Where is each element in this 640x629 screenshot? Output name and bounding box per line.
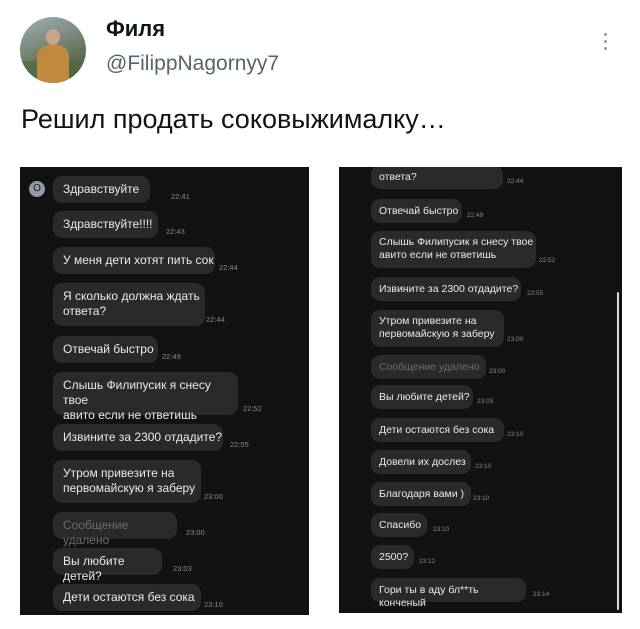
author-avatar[interactable] (20, 17, 86, 83)
message-bubble: Отвечай быстро 22:49 (53, 336, 181, 363)
message-time: 23:03 (477, 398, 494, 405)
message-text: 2500? (379, 551, 409, 563)
message-text: Вы любите детей? (63, 554, 125, 583)
message-time: 23:00 (204, 492, 223, 501)
message-bubble: Вы любите детей? 23:03 (371, 385, 493, 409)
message-bubble: Благодаря вами ) 23:10 (371, 482, 489, 506)
message-bubble: Вы любите детей? 23:03 (53, 548, 192, 583)
more-options-icon[interactable] (604, 33, 608, 54)
chat-screenshot-left: О Здравствуйте 22:41 Здравствуйте!!!! 22… (20, 167, 309, 615)
chat-screenshot-right: ответа? 22:44 Отвечай быстро 22:49 Слышь… (339, 167, 622, 613)
message-time: 23:00 (186, 528, 205, 537)
avatar-figure (37, 45, 69, 83)
message-text: Довели их дослез (379, 456, 466, 468)
message-time: 22:49 (467, 212, 484, 219)
message-time: 23:00 (507, 336, 524, 343)
message-time: 23:12 (419, 558, 436, 565)
message-bubble: Здравствуйте!!!! 22:43 (53, 211, 185, 238)
message-time: 23:03 (173, 564, 192, 573)
message-text: У меня дети хотят пить сок (63, 253, 214, 267)
message-time: 22:55 (230, 440, 249, 449)
avatar-head (46, 29, 60, 45)
message-bubble: Гори ты в аду бл**ть конченый 23:14 (371, 578, 549, 609)
message-bubble: Довели их дослез 23:10 (371, 450, 491, 474)
message-time: 22:44 (219, 263, 238, 272)
message-time: 23:10 (475, 463, 492, 470)
message-text: Гори ты в аду бл**ть конченый (379, 584, 479, 609)
message-text: Дети остаются без сока (379, 424, 495, 436)
message-text: ответа? (379, 171, 417, 183)
message-time: 22:44 (507, 178, 524, 185)
message-time: 22:43 (166, 227, 185, 236)
message-text: Утром привезите на первомайскую я заберу (63, 466, 196, 495)
author-name[interactable]: Филя (106, 16, 165, 42)
message-time: 22:52 (539, 257, 556, 264)
message-time: 22:55 (527, 290, 544, 297)
message-text: Здравствуйте!!!! (63, 217, 153, 231)
message-time: 22:52 (243, 404, 262, 413)
message-text: Сообщение удалено (63, 518, 129, 547)
message-bubble: Отвечай быстро 22:49 (371, 199, 483, 223)
message-bubble-deleted: Сообщение удалено 23:00 (53, 512, 205, 547)
contact-avatar: О (29, 181, 45, 197)
message-time: 23:10 (433, 526, 450, 533)
message-text: Здравствуйте (63, 182, 140, 196)
message-time: 23:10 (507, 431, 524, 438)
message-text: Дети остаются без сока (63, 590, 195, 604)
message-text: Извините за 2300 отдадите? (63, 430, 223, 444)
message-text: Слышь Филипусик я снесу твое авито если … (63, 378, 211, 422)
message-text: Спасибо (379, 519, 422, 531)
author-handle[interactable]: @FilippNagornyy7 (106, 52, 279, 76)
scrollbar[interactable] (617, 292, 619, 610)
message-bubble: Спасибо 23:10 (371, 513, 449, 537)
message-bubble: Утром привезите на первомайскую я заберу… (371, 310, 523, 347)
message-text: Извините за 2300 отдадите? (379, 283, 519, 295)
message-bubble: Извините за 2300 отдадите? 22:55 (371, 277, 543, 301)
message-bubble: Дети остаются без сока 23:10 (53, 584, 223, 611)
message-text: Слышь Филипусик я снесу твое авито если … (379, 236, 534, 261)
message-bubble-deleted: Сообщение удалено 23:00 (371, 355, 505, 379)
message-text: Отвечай быстро (63, 342, 154, 356)
message-time: 22:44 (206, 315, 225, 324)
message-bubble: Утром привезите на первомайскую я заберу… (53, 460, 223, 503)
message-time: 23:00 (489, 368, 506, 375)
message-text: Благодаря вами ) (379, 488, 465, 500)
message-text: Я сколько должна ждать ответа? (63, 289, 200, 318)
message-bubble: Слышь Филипусик я снесу твое авито если … (371, 231, 555, 268)
message-time: 22:49 (162, 352, 181, 361)
message-bubble: Дети остаются без сока 23:10 (371, 418, 523, 442)
message-bubble: Слышь Филипусик я снесу твое авито если … (53, 372, 262, 422)
message-bubble: У меня дети хотят пить сок 22:44 (53, 247, 238, 274)
message-time: 23:10 (473, 495, 490, 502)
message-bubble: Извините за 2300 отдадите? 22:55 (53, 424, 249, 451)
message-time: 22:41 (171, 192, 190, 201)
message-text: Вы любите детей? (379, 391, 470, 403)
message-text: Сообщение удалено (379, 361, 480, 373)
message-bubble: Здравствуйте 22:41 (53, 176, 190, 203)
message-text: Отвечай быстро (379, 205, 459, 217)
message-text: Утром привезите на первомайскую я заберу (379, 315, 495, 340)
message-time: 23:10 (204, 600, 223, 609)
message-bubble: ответа? 22:44 (371, 167, 523, 189)
message-bubble: Я сколько должна ждать ответа? 22:44 (53, 283, 225, 326)
tweet-text: Решил продать соковыжималку… (21, 104, 446, 134)
message-time: 23:14 (533, 591, 550, 598)
message-bubble: 2500? 23:12 (371, 545, 435, 569)
